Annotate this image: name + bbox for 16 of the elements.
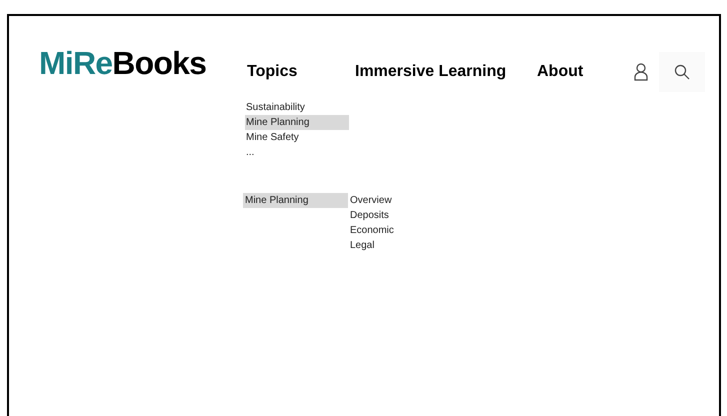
menu-item[interactable]: Mine Planning <box>243 193 348 208</box>
menu-item[interactable]: Mine Safety <box>245 130 349 145</box>
submenu-item[interactable]: Economic <box>350 223 394 238</box>
submenu-item[interactable]: Overview <box>350 193 394 208</box>
submenu-item[interactable]: Legal <box>350 238 394 253</box>
user-icon[interactable] <box>633 63 649 81</box>
submenu-item[interactable]: Deposits <box>350 208 394 223</box>
menu-item[interactable]: Sustainability <box>245 100 349 115</box>
search-button[interactable] <box>659 52 705 92</box>
logo[interactable]: MiReBooks <box>39 47 247 79</box>
nav-link[interactable]: Topics <box>247 60 355 84</box>
nav-link[interactable]: About <box>537 60 637 84</box>
menu-item[interactable]: Mine Planning <box>245 115 349 130</box>
nav-link[interactable]: Immersive Learning <box>355 60 537 84</box>
menu-item[interactable]: ... <box>245 145 349 160</box>
search-icon <box>674 64 690 80</box>
